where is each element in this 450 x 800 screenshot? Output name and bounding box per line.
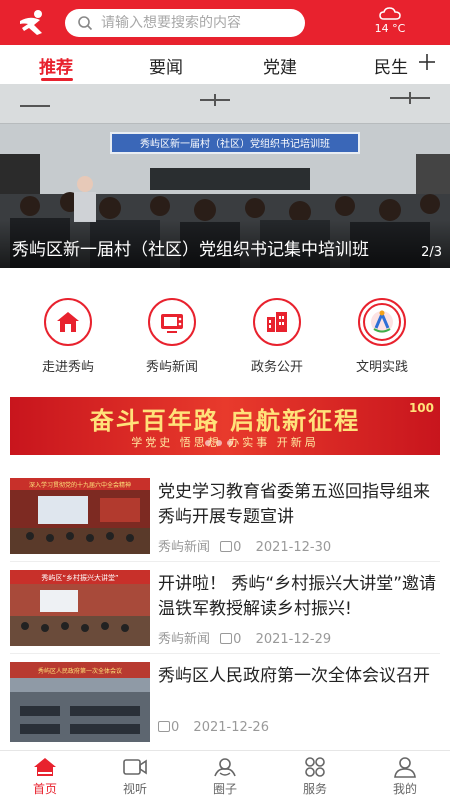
quick-link-label: 文明实践 xyxy=(355,360,408,375)
tab-recommend[interactable]: 推荐 xyxy=(39,53,73,78)
weather-widget[interactable]: 14 °C xyxy=(370,5,410,35)
quick-link-government-affairs[interactable]: 政务公开 xyxy=(237,298,317,375)
nav-mine[interactable]: 我的 xyxy=(370,756,440,797)
home-icon xyxy=(34,758,56,776)
nav-home[interactable]: 首页 xyxy=(10,756,80,797)
comment-icon xyxy=(220,541,233,552)
circle-icon xyxy=(214,758,236,777)
banner-sign-text: 秀屿区新一届村（社区）党组织书记培训班 xyxy=(140,137,330,150)
quick-link-xiuyu-news[interactable]: 秀屿新闻 xyxy=(132,298,212,375)
banner-page-indicator: 2/3 xyxy=(421,245,442,260)
comment-icon xyxy=(158,721,170,732)
news-thumbnail-image: 秀屿区人民政府第一次全体会议 xyxy=(10,662,150,742)
news-meta: 0 2021-12-26 xyxy=(158,720,269,735)
app-logo-icon xyxy=(20,10,42,35)
news-thumbnail-image: 秀屿区“乡村振兴大讲堂” xyxy=(10,570,150,646)
quick-link-circle xyxy=(358,298,406,346)
tab-headlines[interactable]: 要闻 xyxy=(149,53,183,78)
quick-link-circle xyxy=(44,298,92,346)
nav-label: 我的 xyxy=(392,782,417,796)
app-root: 14 °C 推荐 要闻 党建 民生 秀屿区新一届村（社区）党组织书记培训班 xyxy=(0,0,450,800)
comment-icon xyxy=(220,633,233,644)
news-comment-count: 0 xyxy=(233,540,242,555)
news-item[interactable]: 秀屿区人民政府第一次全体会议 秀屿区人民政府第一次全体会议召开 0 2021-1… xyxy=(10,662,440,742)
divider xyxy=(10,561,440,562)
user-icon xyxy=(394,757,416,778)
tab-livelihood[interactable]: 民生 xyxy=(374,53,408,78)
divider xyxy=(10,653,440,654)
news-thumbnail-image: 深入学习贯彻党的十九届六中全会精神 xyxy=(10,478,150,554)
slogan-subtitle: 学党史 悟思想 办实事 开新局 xyxy=(131,436,319,449)
building-icon xyxy=(267,312,287,332)
news-title[interactable]: 秀屿区人民政府第一次全体会议召开 xyxy=(158,664,440,689)
search-input[interactable] xyxy=(101,15,291,31)
news-thumbnail: 秀屿区“乡村振兴大讲堂” xyxy=(10,570,150,646)
add-channel-icon[interactable] xyxy=(416,51,438,73)
tv-icon xyxy=(161,314,183,333)
banner-title[interactable]: 秀屿区新一届村（社区）党组织书记集中培训班 xyxy=(12,235,412,260)
quick-link-civilization-practice[interactable]: 文明实践 xyxy=(342,298,422,375)
news-date: 2021-12-26 xyxy=(193,720,269,735)
nav-label: 圈子 xyxy=(212,782,237,796)
quick-link-circle xyxy=(148,298,196,346)
headline-carousel[interactable]: 秀屿区新一届村（社区）党组织书记培训班 秀屿区新一届村（社区）党组织书记集中培训… xyxy=(0,84,450,268)
civilization-badge-icon xyxy=(363,303,401,341)
centenary-badge: 100 xyxy=(408,401,434,415)
weather-temperature: 14 °C xyxy=(374,22,406,35)
quick-link-label: 政务公开 xyxy=(250,360,303,375)
quick-link-circle xyxy=(253,298,301,346)
search-bar[interactable] xyxy=(65,9,305,37)
nav-label: 服务 xyxy=(302,782,327,796)
news-date: 2021-12-29 xyxy=(255,632,332,647)
search-icon xyxy=(78,16,93,31)
news-thumb-caption: 秀屿区人民政府第一次全体会议 xyxy=(38,667,122,675)
news-meta: 秀屿新闻 0 2021-12-29 xyxy=(158,628,331,647)
news-item[interactable]: 深入学习贯彻党的十九届六中全会精神 党史学习教育省委第五巡回指导组来秀屿开展专题… xyxy=(10,478,440,558)
nav-circle[interactable]: 圈子 xyxy=(190,756,260,797)
grid-icon xyxy=(305,757,325,777)
top-header: 14 °C xyxy=(0,0,450,45)
news-title[interactable]: 党史学习教育省委第五巡回指导组来秀屿开展专题宣讲 xyxy=(158,480,440,530)
nav-services[interactable]: 服务 xyxy=(280,756,350,797)
quick-link-label: 走进秀屿 xyxy=(41,360,94,375)
news-meta: 秀屿新闻 0 2021-12-30 xyxy=(158,536,331,555)
cloudy-icon xyxy=(379,7,401,20)
active-tab-indicator xyxy=(41,78,73,81)
quick-links: 走进秀屿 秀屿新闻 政务公开 文明实践 xyxy=(0,282,450,382)
nav-label: 视听 xyxy=(122,782,147,796)
news-thumb-caption: 深入学习贯彻党的十九届六中全会精神 xyxy=(29,481,131,489)
news-title[interactable]: 开讲啦！ 秀屿“乡村振兴大讲堂”邀请温铁军教授解读乡村振兴! xyxy=(158,572,440,622)
news-thumbnail: 秀屿区人民政府第一次全体会议 xyxy=(10,662,150,742)
news-thumbnail: 深入学习贯彻党的十九届六中全会精神 xyxy=(10,478,150,554)
bottom-navigation: 首页 视听 圈子 服务 我的 xyxy=(0,750,450,800)
news-thumb-caption: 秀屿区“乡村振兴大讲堂” xyxy=(41,573,118,582)
quick-link-enter-xiuyu[interactable]: 走进秀屿 xyxy=(28,298,108,375)
slogan-banner[interactable]: 奋斗百年路 启航新征程 学党史 悟思想 办实事 开新局 100 xyxy=(10,397,440,455)
news-item[interactable]: 秀屿区“乡村振兴大讲堂” 开讲啦！ 秀屿“乡村振兴大讲堂”邀请温铁军教授解读乡村… xyxy=(10,570,440,650)
news-date: 2021-12-30 xyxy=(255,540,332,555)
nav-video[interactable]: 视听 xyxy=(100,756,170,797)
nav-label: 首页 xyxy=(32,782,57,796)
video-icon xyxy=(123,759,147,775)
quick-link-label: 秀屿新闻 xyxy=(145,360,198,375)
news-comment-count: 0 xyxy=(171,720,180,735)
news-source: 秀屿新闻 xyxy=(158,632,211,647)
channel-tabs: 推荐 要闻 党建 民生 xyxy=(0,45,450,83)
house-icon xyxy=(57,312,79,332)
news-comment-count: 0 xyxy=(233,632,242,647)
tab-party-building[interactable]: 党建 xyxy=(263,53,297,78)
news-source: 秀屿新闻 xyxy=(158,540,211,555)
